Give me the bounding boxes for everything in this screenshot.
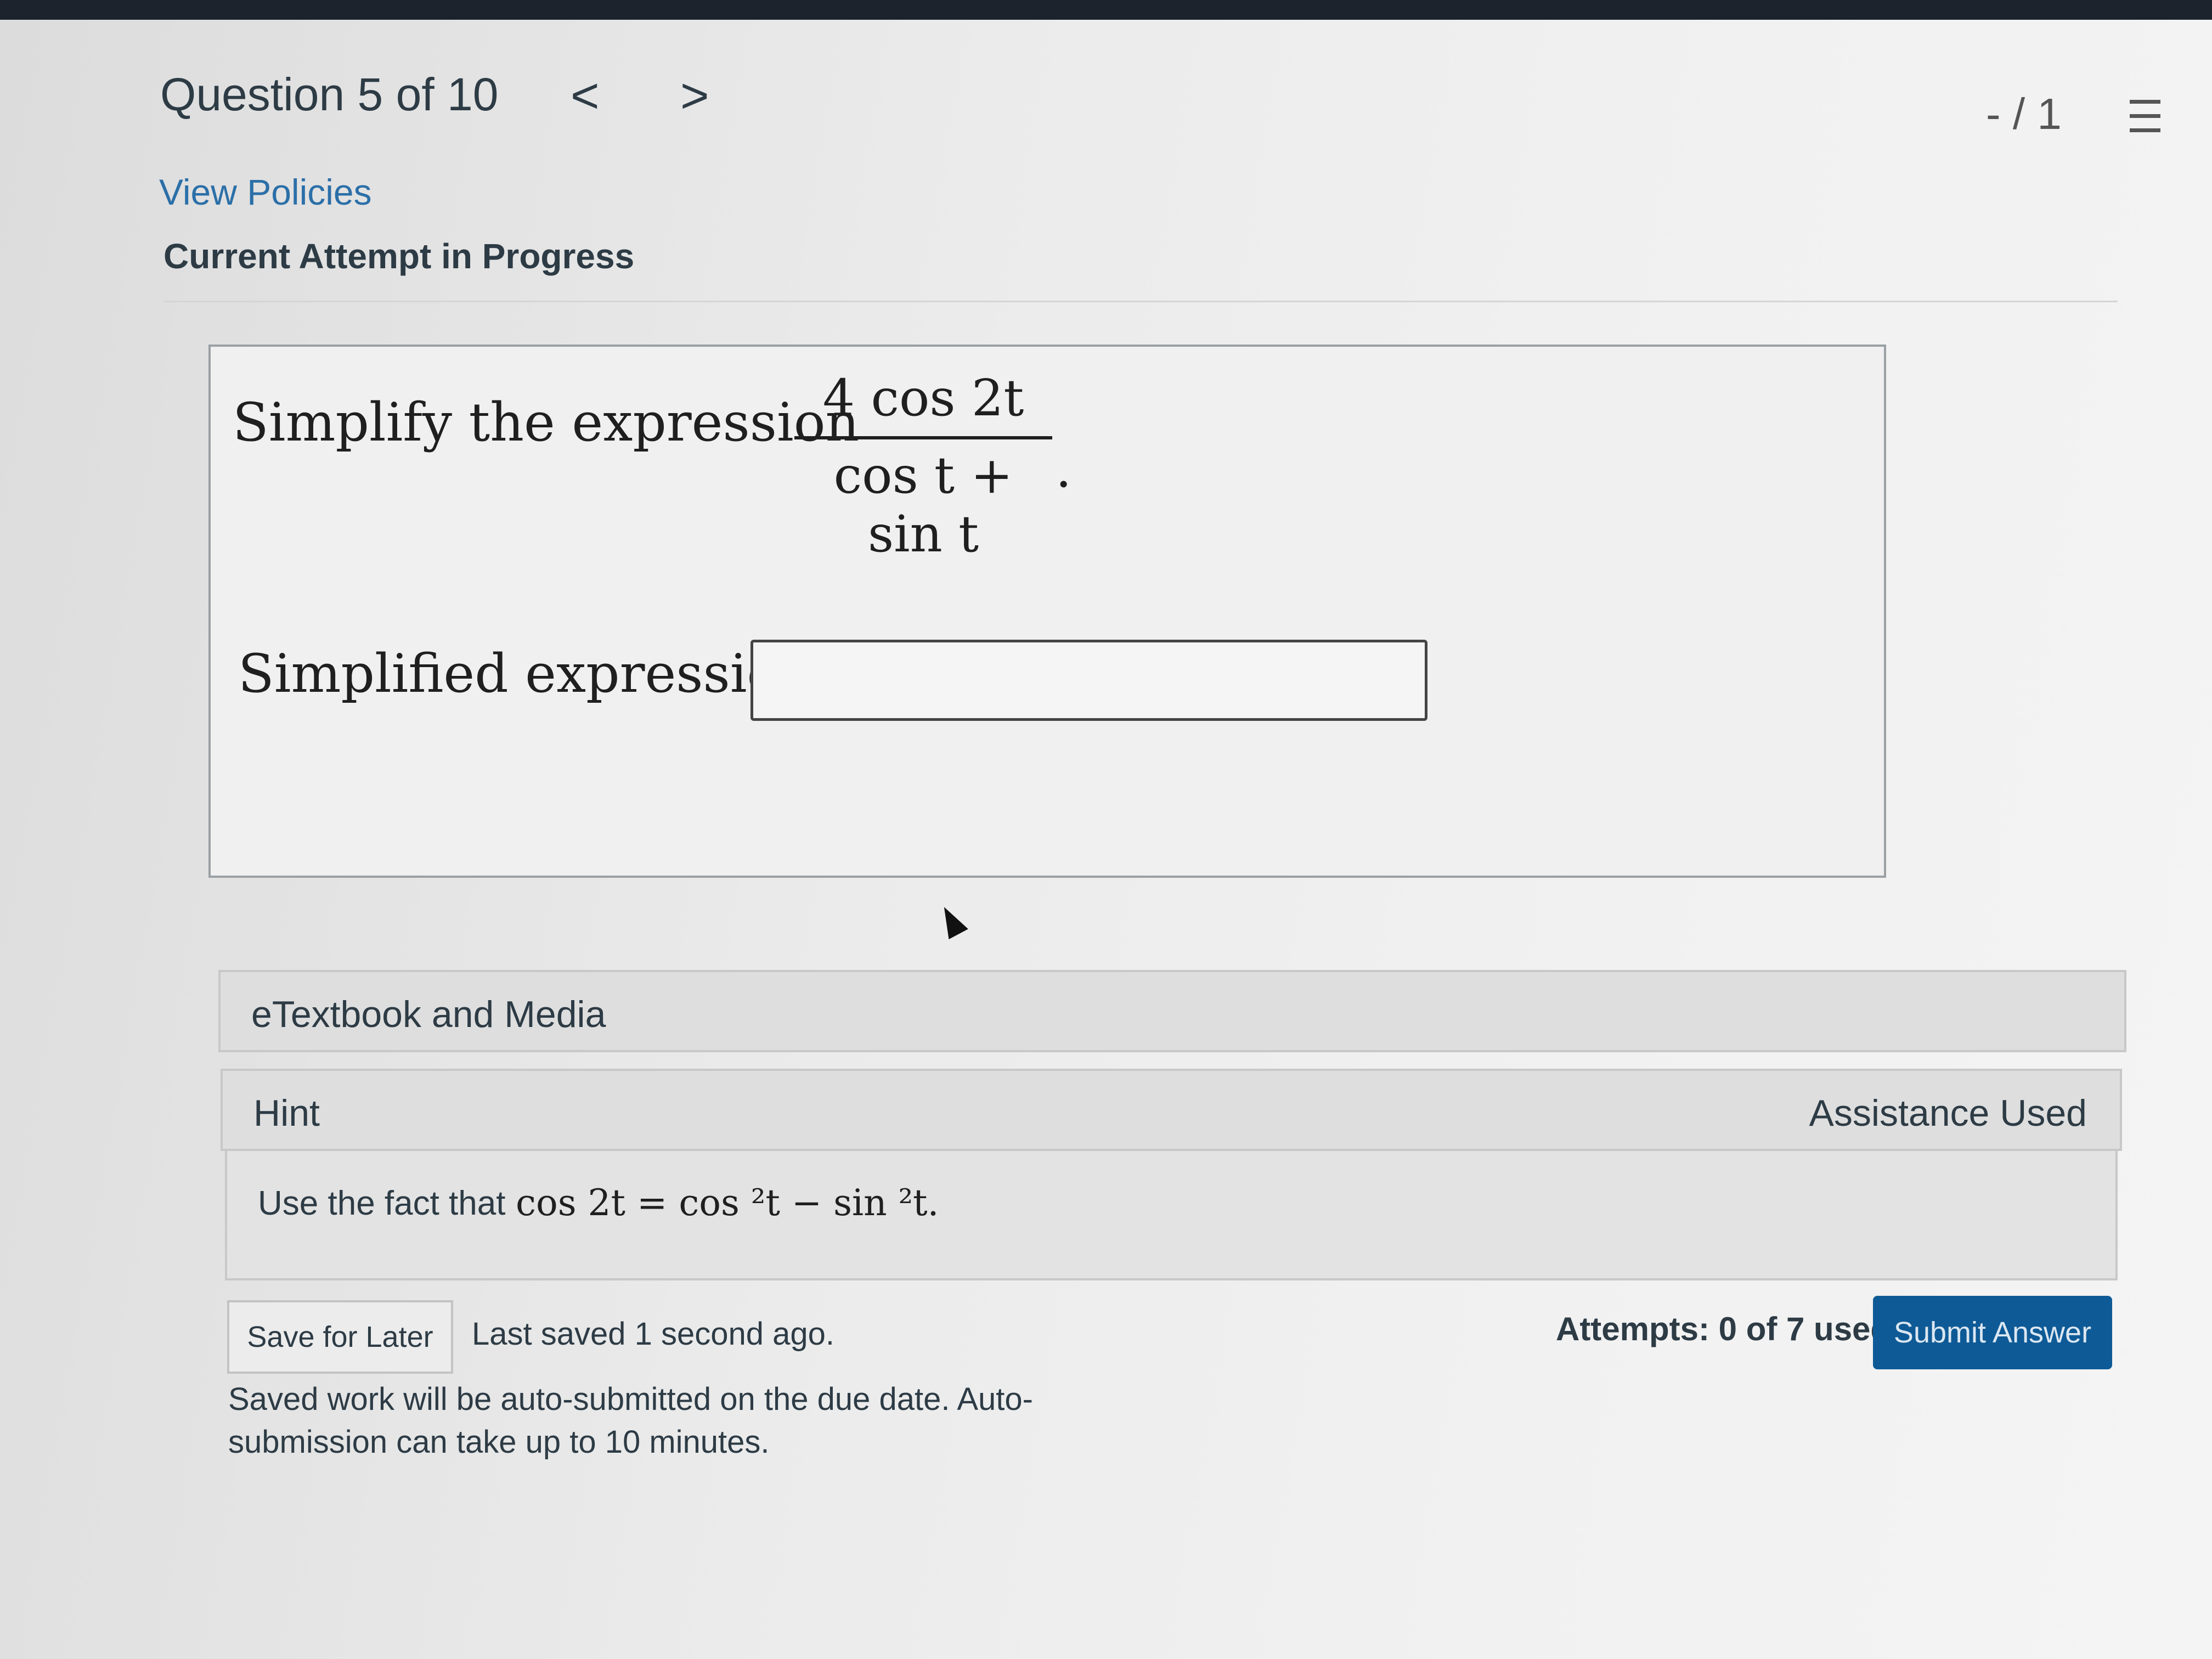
list-icon-line	[2130, 100, 2160, 104]
hint-text: Use the fact that	[258, 1184, 506, 1222]
next-question-button[interactable]: >	[680, 71, 709, 121]
etextbook-label: eTextbook and Media	[251, 994, 606, 1035]
previous-question-button[interactable]: <	[571, 71, 600, 121]
expression-fraction: 4 cos 2t cos t + sin t	[794, 369, 1052, 563]
hint-body: Use the fact that cos 2t = cos ²t − sin …	[225, 1151, 2118, 1280]
question-box: Simplify the expression 4 cos 2t cos t +…	[208, 345, 1886, 878]
etextbook-media-panel[interactable]: eTextbook and Media	[218, 970, 2126, 1052]
attempt-status: Current Attempt in Progress	[163, 236, 635, 276]
hint-formula: cos 2t = cos ²t − sin ²t.	[516, 1182, 939, 1224]
assistance-used-label: Assistance Used	[1809, 1092, 2087, 1134]
answer-label: Simplified expression:	[238, 643, 831, 704]
fraction-denominator: cos t + sin t	[833, 446, 1013, 563]
divider	[165, 301, 2118, 302]
score-display: - / 1	[1986, 89, 2062, 138]
fraction-numerator: 4 cos 2t	[794, 369, 1052, 439]
hint-label: Hint	[253, 1092, 320, 1134]
submit-answer-button[interactable]: Submit Answer	[1873, 1296, 2112, 1369]
save-for-later-button[interactable]: Save for Later	[227, 1300, 453, 1374]
hint-panel-header[interactable]: Hint Assistance Used	[221, 1069, 2122, 1151]
screen-bezel	[0, 0, 2212, 20]
question-prompt: Simplify the expression	[233, 392, 860, 453]
simplified-expression-input[interactable]	[751, 640, 1427, 721]
attempts-counter: Attempts: 0 of 7 used	[1556, 1311, 1891, 1347]
expression-period: .	[1056, 440, 1072, 499]
question-list-icon[interactable]	[2119, 97, 2160, 136]
view-policies-link[interactable]: View Policies	[159, 171, 372, 213]
list-icon-line	[2130, 128, 2160, 132]
last-saved-status: Last saved 1 second ago.	[472, 1316, 835, 1352]
autosave-note: Saved work will be auto-submitted on the…	[228, 1381, 1033, 1460]
question-title: Question 5 of 10	[160, 69, 499, 120]
list-icon-line	[2130, 114, 2160, 118]
